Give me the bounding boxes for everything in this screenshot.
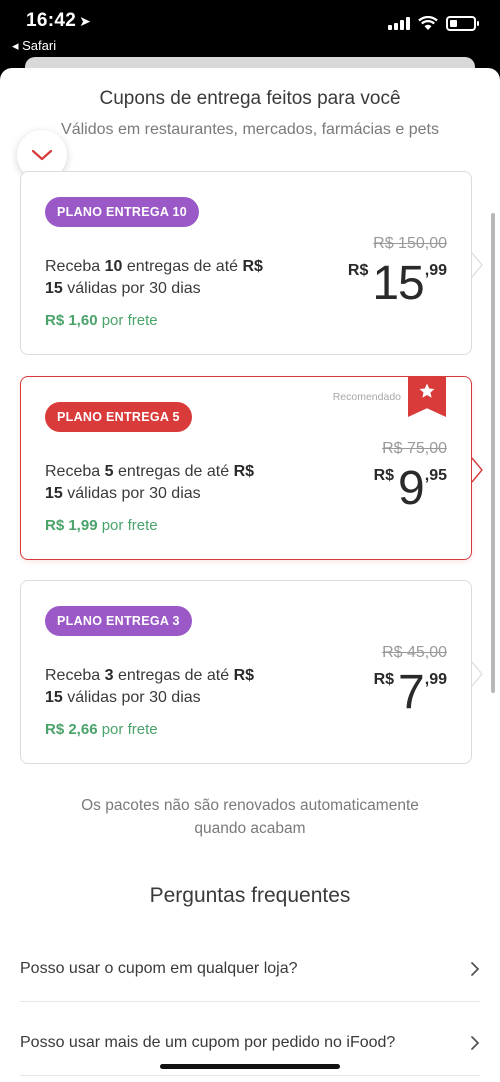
price-per-delivery: R$ 2,66 por frete [45, 721, 158, 738]
plan-card-10[interactable]: PLANO ENTREGA 10 Receba 10 entregas de a… [20, 171, 483, 355]
sheet-title: Cupons de entrega feitos para você [99, 88, 401, 109]
faq-title: Perguntas frequentes [149, 884, 351, 907]
recommended-label: Recomendado [332, 391, 401, 403]
price-per-delivery: R$ 1,99 por frete [45, 517, 158, 534]
battery-icon [446, 16, 479, 31]
price-per-delivery: R$ 1,60 por frete [45, 312, 158, 329]
plan-badge: PLANO ENTREGA 3 [45, 606, 192, 636]
wifi-icon [418, 16, 438, 30]
status-time: 16:42 ➤ [26, 10, 92, 31]
plan-card-5[interactable]: Recomendado PLANO ENTREGA 5 Receba 5 ent… [20, 376, 483, 560]
coupon-sheet: Cupons de entrega feitos para você Válid… [0, 68, 500, 1082]
plan-badge: PLANO ENTREGA 5 [45, 402, 192, 432]
plan-badge: PLANO ENTREGA 10 [45, 197, 200, 227]
chevron-right-icon [471, 1035, 480, 1050]
recommended-ribbon [408, 377, 446, 417]
chevron-down-icon [31, 149, 53, 161]
scrollbar[interactable] [491, 213, 495, 693]
status-bar: 16:42 ➤ ◂ Safari [0, 0, 500, 62]
signal-icon [388, 17, 410, 30]
plan-card-3[interactable]: PLANO ENTREGA 3 Receba 3 entregas de até… [20, 580, 483, 764]
plan-price: R$ 15,99 [347, 257, 447, 310]
faq-item[interactable]: Posso usar o cupom em qualquer loja? [20, 936, 480, 1002]
sheet-subtitle: Válidos em restaurantes, mercados, farmá… [61, 121, 439, 138]
plan-description: Receba 5 entregas de até R$ 15 válidas po… [45, 463, 255, 502]
renewal-note: Os pacotes não são renovados automaticam… [81, 797, 419, 837]
plan-price: R$ 7,99 [373, 666, 447, 719]
faq-question: Posso usar o cupom em qualquer loja? [20, 959, 298, 977]
faq-question: Posso usar mais de um cupom por pedido n… [20, 1033, 396, 1051]
chevron-right-icon [471, 961, 480, 976]
chevron-right-icon [471, 661, 483, 687]
location-arrow-icon: ➤ [79, 13, 92, 29]
chevron-right-icon [471, 252, 483, 278]
original-price: R$ 150,00 [373, 235, 447, 252]
status-indicators [388, 16, 479, 31]
original-price: R$ 75,00 [382, 440, 447, 457]
home-indicator[interactable] [160, 1064, 340, 1069]
original-price: R$ 45,00 [382, 644, 447, 661]
star-icon [419, 383, 435, 398]
plan-description: Receba 3 entregas de até R$ 15 válidas po… [45, 667, 255, 706]
back-to-safari-link[interactable]: ◂ Safari [12, 38, 56, 54]
chevron-right-icon [471, 457, 483, 483]
plan-description: Receba 10 entregas de até R$ 15 válidas p… [45, 258, 263, 297]
plan-price: R$ 9,95 [373, 462, 447, 515]
